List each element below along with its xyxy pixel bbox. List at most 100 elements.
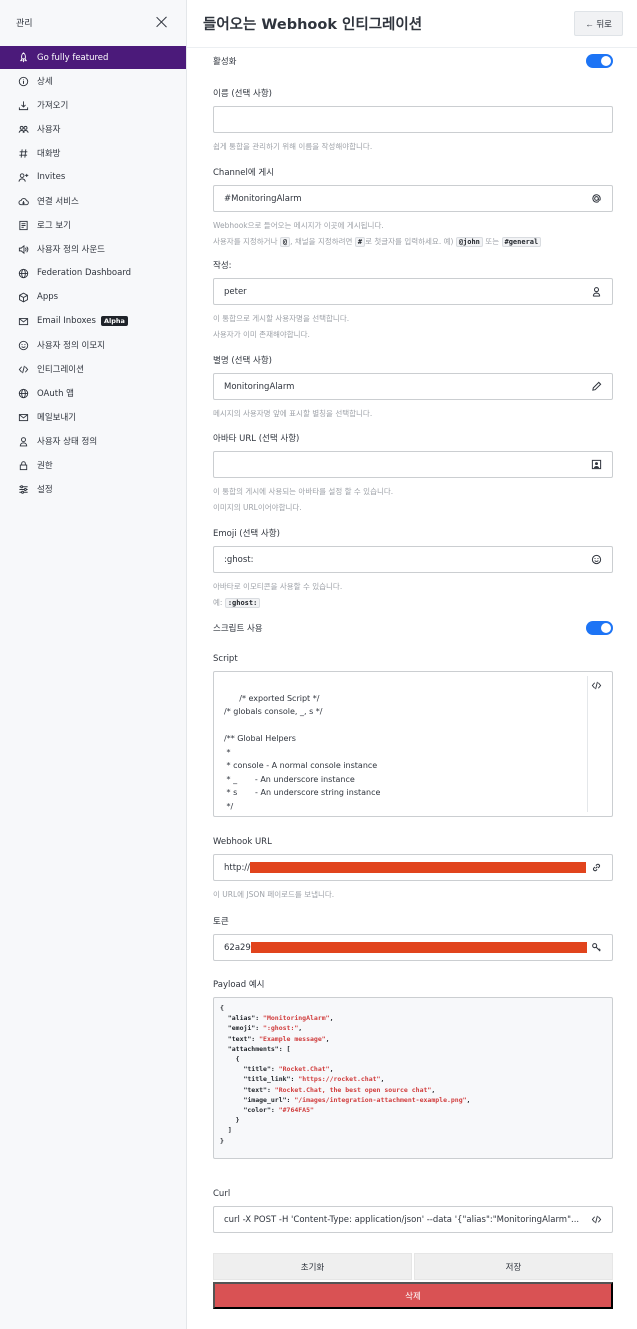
alias-hint: 메시지의 사용자명 앞에 표시할 별칭을 선택합니다. — [213, 409, 373, 418]
alias-label: 별명 (선택 사항) — [213, 356, 272, 366]
script-enabled-row: 스크립트 사용 — [213, 621, 613, 635]
link-icon[interactable] — [591, 862, 602, 873]
sidebar-item-label: 가져오기 — [37, 101, 69, 111]
sidebar-item-4[interactable]: 대화방 — [0, 141, 186, 165]
name-label: 이름 (선택 사항) — [213, 89, 272, 99]
sidebar-item-3[interactable]: 사용자 — [0, 117, 186, 141]
name-hint: 쉽게 통합을 관리하기 위해 이름을 작성해야합니다. — [213, 142, 373, 151]
mail-icon — [18, 412, 29, 423]
script-label: Script — [213, 654, 238, 664]
sidebar-item-9[interactable]: Federation Dashboard — [0, 261, 186, 285]
code-ghost: :ghost: — [224, 598, 261, 608]
sidebar-item-13[interactable]: 인티그레이션 — [0, 357, 186, 381]
sidebar-item-label: 연결 서비스 — [37, 197, 79, 207]
channel-input[interactable]: #MonitoringAlarm — [213, 185, 613, 212]
code-icon[interactable] — [591, 1214, 602, 1225]
admin-sidebar: 관리 Go fully featured 상세가져오기사용자대화방 Invites 연… — [0, 0, 187, 1329]
sidebar-item-14[interactable]: OAuth 앱 — [0, 381, 186, 405]
volume-icon — [18, 244, 29, 255]
globe-icon — [18, 388, 29, 399]
sidebar-item-1[interactable]: 상세 — [0, 69, 186, 93]
emoji-field: Emoji (선택 사항) :ghost: 아바타로 이모티콘을 사용할 수 있… — [213, 527, 613, 611]
emoji-icon — [591, 554, 602, 565]
reset-button[interactable]: 초기화 — [213, 1253, 412, 1280]
curl-input[interactable]: curl -X POST -H 'Content-Type: applicati… — [213, 1206, 613, 1233]
emoji-icon — [18, 340, 29, 351]
code-icon[interactable] — [591, 680, 602, 691]
cloud-icon — [18, 196, 29, 207]
sidebar-item-label: Federation Dashboard — [37, 268, 132, 278]
integration-form: 활성화 이름 (선택 사항) 쉽게 통합을 관리하기 위해 이름을 작성해야합니… — [187, 48, 637, 1329]
sidebar-item-17[interactable]: 권한 — [0, 453, 186, 477]
sidebar-item-label: OAuth 앱 — [37, 389, 74, 399]
sidebar-item-label: 설정 — [37, 485, 53, 495]
sidebar-item-15[interactable]: 메일보내기 — [0, 405, 186, 429]
alias-field: 별명 (선택 사항) MonitoringAlarm 메시지의 사용자명 앞에 … — [213, 354, 613, 422]
alias-input[interactable]: MonitoringAlarm — [213, 373, 613, 400]
code-general: #general — [501, 237, 542, 247]
emoji-input[interactable]: :ghost: — [213, 546, 613, 573]
sidebar-item-2[interactable]: 가져오기 — [0, 93, 186, 117]
name-field: 이름 (선택 사항) 쉽게 통합을 관리하기 위해 이름을 작성해야합니다. — [213, 87, 613, 155]
save-button[interactable]: 저장 — [414, 1253, 613, 1280]
channel-label: Channel에 게시 — [213, 168, 275, 178]
sidebar-item-5[interactable]: Invites — [0, 165, 186, 189]
sidebar-item-7[interactable]: 로그 보기 — [0, 213, 186, 237]
log-icon — [18, 220, 29, 231]
sidebar-item-label: Apps — [37, 292, 59, 302]
close-icon[interactable] — [156, 16, 168, 28]
script-editor[interactable]: /* exported Script */ /* globals console… — [213, 671, 613, 817]
sidebar-item-16[interactable]: 사용자 상태 정의 — [0, 429, 186, 453]
sidebar-item-label: Invites — [37, 172, 66, 182]
curl-field: Curl curl -X POST -H 'Content-Type: appl… — [213, 1189, 613, 1233]
payload-line: "title_link": "https://rocket.chat", — [220, 1075, 385, 1084]
sidebar-item-label: 상세 — [37, 77, 53, 87]
name-input[interactable] — [213, 106, 613, 133]
sidebar-item-10[interactable]: Apps — [0, 285, 186, 309]
sidebar-item-label: Go fully featured — [37, 52, 109, 63]
webhook-url-input[interactable]: http:// — [213, 854, 613, 881]
key-icon[interactable] — [591, 942, 602, 953]
sidebar-item-8[interactable]: 사용자 정의 사운드 — [0, 237, 186, 261]
payload-label: Payload 예시 — [213, 980, 265, 990]
sidebar-title: 관리 — [16, 18, 33, 29]
delete-button[interactable]: 삭제 — [213, 1282, 613, 1309]
script-enabled-label: 스크립트 사용 — [213, 624, 263, 634]
code-john: @john — [455, 237, 483, 247]
avatar-hint: 이 통합의 게시에 사용되는 아바타를 설정 할 수 있습니다. 이미지의 UR… — [213, 487, 394, 512]
token-input[interactable]: 62a29 — [213, 934, 613, 961]
payload-line: "emoji": ":ghost:", — [220, 1024, 303, 1033]
user-plus-icon — [18, 172, 29, 183]
avatar-icon — [591, 459, 602, 470]
sidebar-item-12[interactable]: 사용자 정의 이모지 — [0, 333, 186, 357]
author-label: 작성: — [213, 261, 232, 271]
token-field: 토큰 62a29 — [213, 915, 613, 961]
sidebar-menu: Go fully featured 상세가져오기사용자대화방 Invites 연결 서… — [0, 46, 186, 501]
webhook-url-hint: 이 URL에 JSON 페이로드를 보냅니다. — [213, 890, 335, 899]
sidebar-item-label: 사용자 정의 이모지 — [37, 341, 105, 351]
import-icon — [18, 100, 29, 111]
author-input[interactable]: peter — [213, 278, 613, 305]
enabled-toggle[interactable] — [586, 54, 613, 68]
script-scrollbar[interactable] — [587, 676, 588, 812]
at-icon — [591, 193, 602, 204]
avatar-input[interactable] — [213, 451, 613, 478]
sidebar-item-18[interactable]: 설정 — [0, 477, 186, 501]
user-icon — [591, 286, 602, 297]
back-button[interactable]: ← 뒤로 — [574, 11, 623, 36]
mail-icon — [18, 316, 29, 327]
script-enabled-toggle[interactable] — [586, 621, 613, 635]
sidebar-item-6[interactable]: 연결 서비스 — [0, 189, 186, 213]
redaction-bar — [250, 862, 587, 873]
avatar-label: 아바타 URL (선택 사항) — [213, 434, 300, 444]
payload-line: } — [220, 1116, 240, 1125]
payload-field: Payload 예시 { "alias": "MonitoringAlarm",… — [213, 978, 613, 1159]
sidebar-item-label: 사용자 — [37, 125, 61, 135]
sidebar-item-0[interactable]: Go fully featured — [0, 46, 186, 69]
sidebar-item-label: Email Inboxes — [37, 316, 96, 326]
sidebar-item-11[interactable]: Email Inboxes Alpha — [0, 309, 186, 333]
token-label: 토큰 — [213, 917, 229, 927]
rocket-icon — [18, 52, 29, 63]
page-title: 들어오는 Webhook 인티그레이션 — [203, 17, 423, 33]
channel-field: Channel에 게시 #MonitoringAlarm Webhook으로 들… — [213, 166, 613, 250]
